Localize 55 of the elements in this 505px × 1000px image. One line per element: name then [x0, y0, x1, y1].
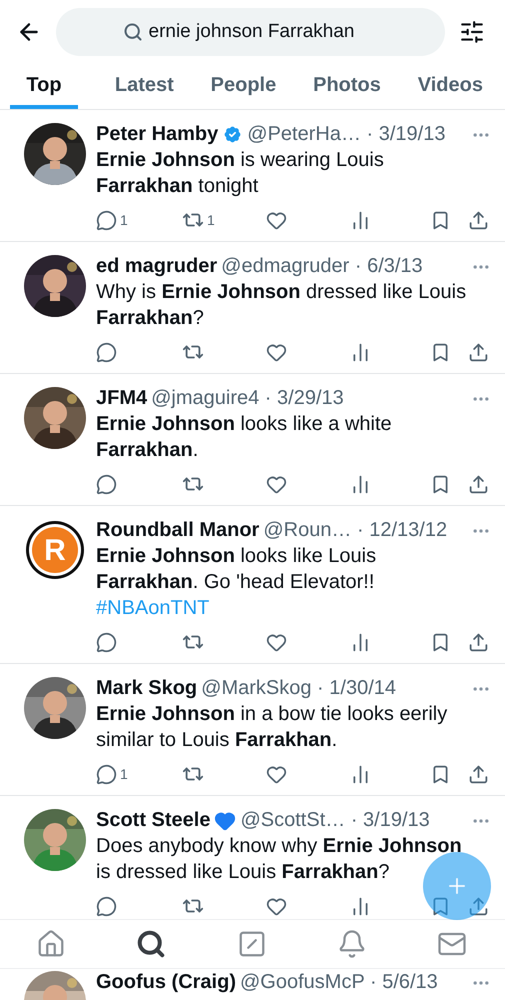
- handle-and-date: @ScottSt… · 3/19/13: [240, 809, 431, 832]
- tab[interactable]: Photos: [313, 62, 381, 109]
- like-icon[interactable]: [266, 896, 287, 916]
- like-icon[interactable]: [266, 342, 287, 362]
- share-icon[interactable]: [468, 474, 489, 494]
- share-icon[interactable]: [468, 210, 489, 230]
- reply-icon[interactable]: [96, 210, 117, 230]
- reply-icon[interactable]: [96, 764, 117, 784]
- like-icon[interactable]: [266, 210, 287, 230]
- search-icon[interactable]: [136, 929, 166, 959]
- tweet-text: Why is Ernie Johnson dressed like Louis Farrakhan?: [96, 280, 468, 331]
- compose-icon[interactable]: [236, 929, 266, 959]
- tweet-text: Ernie Johnson looks like a white Farrakhan.: [96, 412, 393, 463]
- author-name[interactable]: Mark Skog: [96, 677, 198, 700]
- tweet-text: Ernie Johnson looks like Louis Farrakhan. Go 'head Elevator!!: [96, 544, 378, 595]
- handle-and-date: @Roun… · 12/13/12: [263, 519, 448, 542]
- author-name[interactable]: Scott Steele: [96, 809, 210, 832]
- share-icon[interactable]: [468, 764, 489, 784]
- reply-icon[interactable]: [96, 474, 117, 494]
- tab[interactable]: Top: [10, 62, 78, 109]
- tab[interactable]: Videos: [418, 62, 483, 109]
- handle-and-date: @jmaguire4 · 3/29/13: [151, 387, 345, 410]
- tweet-text: Ernie Johnson is wearing Louis Farrakhan tonight: [96, 148, 385, 199]
- share-icon[interactable]: [468, 632, 489, 652]
- tab[interactable]: Latest: [114, 62, 174, 109]
- search-icon: [122, 22, 142, 42]
- logo-letter: R: [44, 534, 66, 567]
- reply-count: 1: [120, 766, 128, 782]
- handle-and-date: @edmagruder · 6/3/13: [221, 255, 424, 278]
- author-name[interactable]: ed magruder: [96, 255, 218, 278]
- like-icon[interactable]: [266, 632, 287, 652]
- bell-icon[interactable]: [336, 929, 367, 959]
- handle-and-date: @PeterHa… · 3/19/13: [247, 123, 446, 146]
- share-icon[interactable]: [468, 342, 489, 362]
- repost-count: 1: [207, 212, 215, 228]
- author-name[interactable]: Goofus (Craig): [96, 971, 236, 994]
- reply-icon[interactable]: [96, 896, 117, 916]
- reply-count: 1: [120, 212, 128, 228]
- search-field[interactable]: ernie johnson Farrakhan: [56, 8, 445, 56]
- reply-icon[interactable]: [96, 632, 117, 652]
- share-icon[interactable]: [468, 896, 489, 916]
- like-icon[interactable]: [266, 474, 287, 494]
- home-icon[interactable]: [36, 929, 66, 959]
- tab[interactable]: People: [210, 62, 276, 109]
- like-icon[interactable]: [266, 764, 287, 784]
- author-name[interactable]: Roundball Manor: [96, 519, 260, 542]
- search-input[interactable]: ernie johnson Farrakhan: [148, 21, 378, 43]
- filter-icon[interactable]: [459, 19, 485, 45]
- handle-and-date: @GoofusMcP · 5/6/13: [240, 971, 439, 994]
- author-name[interactable]: Peter Hamby: [96, 123, 218, 146]
- author-name[interactable]: JFM4: [96, 387, 148, 410]
- tweet-text: Ernie Johnson in a bow tie looks eerily similar to Louis Farrakhan.: [96, 702, 448, 753]
- reply-icon[interactable]: [96, 342, 117, 362]
- handle-and-date: @MarkSkog · 1/30/14: [201, 677, 397, 700]
- tweet-text: Does anybody know why Ernie Johnson is dressed like Louis Farrakhan?: [96, 834, 463, 885]
